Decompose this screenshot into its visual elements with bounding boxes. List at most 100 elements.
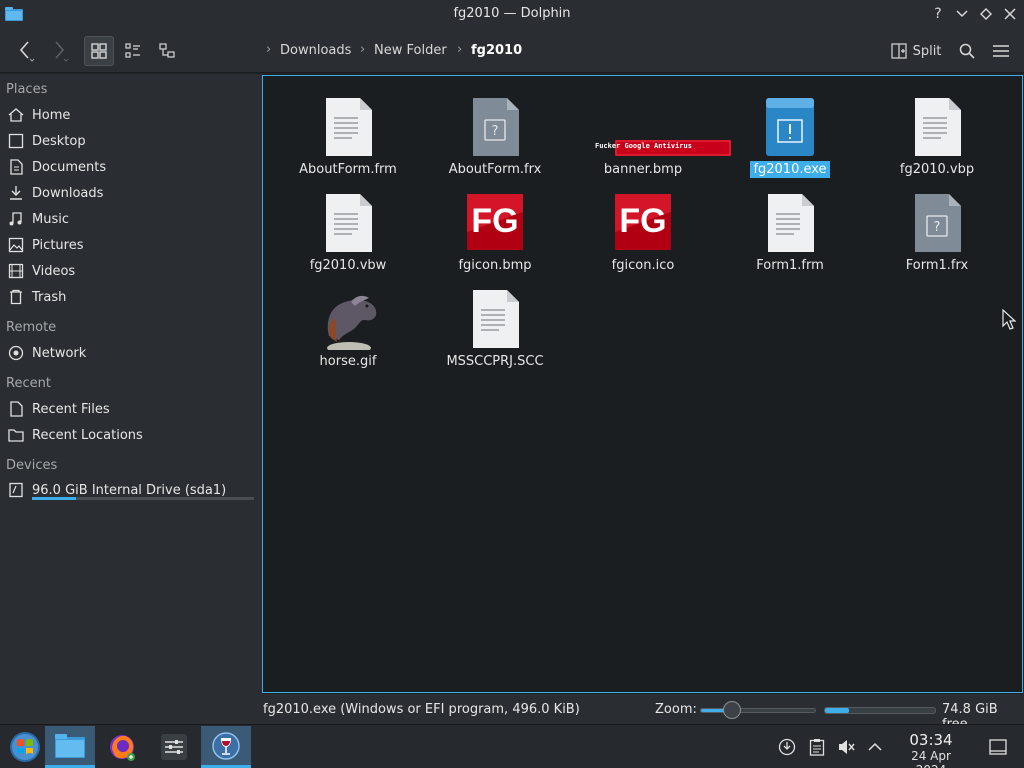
text-file-icon (326, 194, 372, 252)
file-name: fgicon.ico (611, 258, 675, 273)
status-bar: fg2010.exe (Windows or EFI program, 496.… (0, 694, 1024, 732)
maximize-button[interactable] (976, 4, 996, 24)
recent-section-title: Recent (6, 376, 51, 391)
sidebar-item-trash[interactable]: Trash (0, 284, 262, 310)
task-dolphin[interactable] (45, 726, 95, 768)
file-name: AboutForm.frm (299, 162, 397, 177)
unknown-file-icon: ? (473, 98, 519, 156)
show-desktop-icon (989, 739, 1007, 755)
file-item[interactable]: FG fgicon.ico (573, 182, 713, 274)
file-item[interactable]: fg2010.exe (720, 86, 860, 178)
sidebar-item-videos[interactable]: Videos (0, 258, 262, 284)
zoom-slider-handle[interactable] (723, 701, 742, 719)
sidebar-item-music[interactable]: Music (0, 206, 262, 232)
file-item[interactable]: Fucker Google Antivirus banner.bmp (573, 86, 731, 178)
task-firefox[interactable] (97, 726, 147, 768)
close-icon (1004, 8, 1016, 20)
sidebar-item-label: Trash (32, 289, 67, 305)
tray-volume-muted-icon[interactable] (836, 737, 856, 757)
search-icon (959, 43, 975, 59)
help-button[interactable]: ? (928, 4, 948, 24)
start-menu-button[interactable] (0, 726, 50, 768)
tray-network-icon[interactable] (777, 737, 797, 757)
file-item[interactable]: ? Form1.frx (867, 182, 1007, 274)
minimize-button[interactable] (952, 4, 972, 24)
documents-icon (7, 158, 25, 176)
details-view-icon (159, 43, 175, 58)
settings-sliders-icon (161, 734, 187, 760)
sidebar-item-documents[interactable]: Documents (0, 154, 262, 180)
unknown-file-icon: ? (915, 194, 961, 252)
banner-thumb-text: Fucker Google Antivirus (595, 142, 692, 150)
taskbar: 03:34 24 Apr 2024 (0, 724, 1024, 768)
file-name: fgicon.bmp (458, 258, 532, 273)
free-space-bar[interactable] (824, 707, 936, 714)
clock-time[interactable]: 03:34 (895, 731, 967, 749)
speaker-muted-icon (839, 740, 855, 754)
file-item[interactable]: fg2010.vbw (278, 182, 418, 274)
sidebar-item-label: Network (32, 345, 87, 361)
task-wine[interactable] (201, 726, 251, 768)
compact-view-button[interactable] (118, 36, 148, 66)
forward-button[interactable] (44, 36, 74, 66)
breadcrumb-new-folder[interactable]: New Folder (374, 43, 447, 58)
chevron-down-icon (956, 10, 968, 18)
show-desktop-button[interactable] (988, 737, 1008, 757)
zoom-slider[interactable] (700, 708, 816, 713)
breadcrumb-separator: › (266, 42, 272, 57)
file-item[interactable]: MSSCCPRJ.SCC (425, 278, 565, 370)
music-icon (7, 210, 25, 228)
breadcrumb-separator: › (360, 42, 366, 57)
hamburger-menu-icon (993, 45, 1009, 57)
grid-view-icon (91, 43, 107, 59)
file-name: banner.bmp (603, 162, 683, 177)
task-settings[interactable] (149, 726, 199, 768)
diamond-icon (980, 8, 992, 20)
chevron-up-icon (868, 742, 882, 751)
remote-section-title: Remote (6, 320, 57, 335)
file-item[interactable]: fg2010.vbp (867, 86, 1007, 178)
sidebar-item-recent-files[interactable]: Recent Files (0, 396, 262, 422)
sidebar-item-downloads[interactable]: Downloads (0, 180, 262, 206)
close-button[interactable] (1000, 4, 1020, 24)
trash-icon (7, 288, 25, 306)
sidebar-item-pictures[interactable]: Pictures (0, 232, 262, 258)
file-item[interactable]: Form1.frm (720, 182, 860, 274)
home-icon (7, 106, 25, 124)
desktop-icon (7, 132, 25, 150)
firefox-icon (110, 735, 135, 761)
tray-clipboard-icon[interactable] (807, 737, 827, 757)
start-orb-icon (10, 732, 40, 762)
sidebar-item-label: Desktop (32, 133, 86, 149)
file-item[interactable]: ? AboutForm.frx (425, 86, 565, 178)
text-file-icon (768, 194, 814, 252)
file-name: horse.gif (319, 354, 377, 369)
sidebar-item-recent-locations[interactable]: Recent Locations (0, 422, 262, 448)
back-button[interactable] (10, 36, 40, 66)
sidebar-item-label: Documents (32, 159, 107, 175)
clipboard-icon (809, 739, 825, 756)
sidebar-item-network[interactable]: Network (0, 340, 262, 366)
search-button[interactable] (954, 36, 980, 66)
breadcrumb-fg2010[interactable]: fg2010 (471, 43, 522, 58)
icons-view-button[interactable] (84, 36, 114, 66)
details-view-button[interactable] (152, 36, 182, 66)
split-button[interactable]: Split (886, 36, 946, 66)
menu-button[interactable] (988, 36, 1014, 66)
file-item[interactable]: AboutForm.frm (278, 86, 418, 178)
file-item[interactable]: horse.gif (278, 278, 418, 370)
clock-date[interactable]: 24 Apr 2024 (895, 749, 967, 768)
sidebar-item-desktop[interactable]: Desktop (0, 128, 262, 154)
sidebar-item-home[interactable]: Home (0, 102, 262, 128)
title-bar: fg2010 — Dolphin ? (0, 0, 1024, 29)
file-item[interactable]: FG fgicon.bmp (425, 182, 565, 274)
sidebar-item-label: Downloads (32, 185, 104, 201)
file-view[interactable]: AboutForm.frm ? AboutForm.frx Fucker Goo… (262, 75, 1023, 693)
file-name: fg2010.exe (720, 161, 860, 178)
file-name: Form1.frx (905, 258, 969, 273)
toolbar: › Downloads › New Folder › fg2010 Split (0, 29, 1024, 73)
tray-expand-button[interactable] (865, 737, 885, 757)
sidebar-item-label: Pictures (32, 237, 84, 253)
recent-locations-icon (7, 426, 25, 444)
breadcrumb-downloads[interactable]: Downloads (280, 43, 351, 58)
